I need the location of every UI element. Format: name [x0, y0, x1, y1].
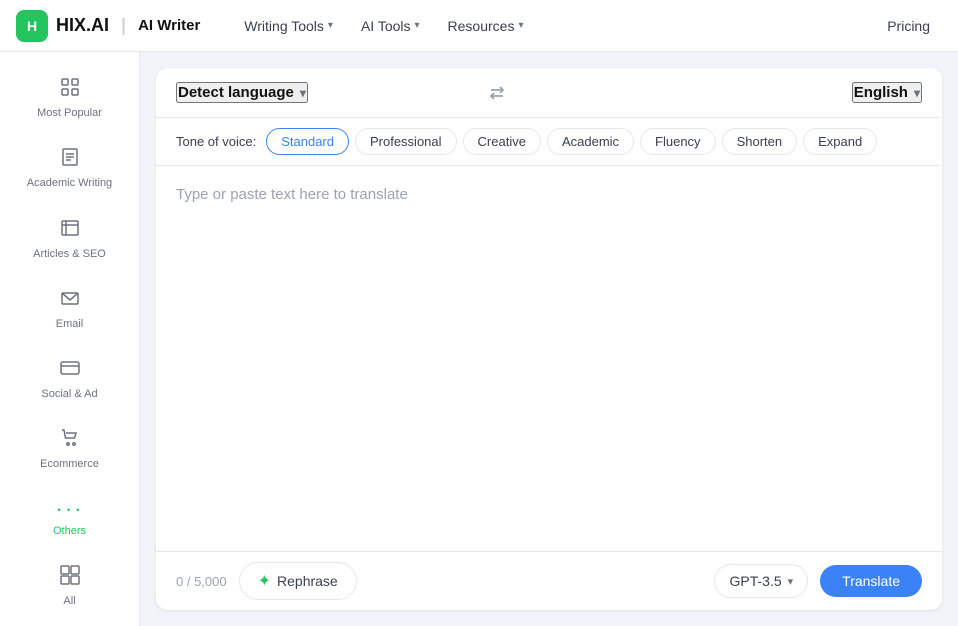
writing-tools-nav[interactable]: Writing Tools ▾	[232, 12, 345, 40]
sidebar-item-others[interactable]: ··· Others	[8, 488, 131, 548]
social-ad-icon	[59, 357, 81, 383]
others-icon: ···	[56, 498, 84, 520]
sidebar-label-all: All	[63, 594, 75, 608]
tone-expand[interactable]: Expand	[803, 128, 877, 155]
target-lang-chevron-icon: ▾	[914, 86, 920, 100]
sidebar-label-social-ad: Social & Ad	[41, 387, 97, 401]
bottom-bar: 0 / 5,000 ✦ Rephrase GPT-3.5 ▾ Translate	[156, 551, 942, 610]
tone-creative[interactable]: Creative	[463, 128, 541, 155]
tone-buttons: Standard Professional Creative Academic …	[266, 128, 877, 155]
translate-button[interactable]: Translate	[820, 565, 922, 597]
target-lang-label: English	[854, 84, 908, 101]
ai-tools-chevron-icon: ▾	[415, 20, 420, 31]
language-bar: Detect language ▾ English ▾	[156, 68, 942, 118]
tone-fluency[interactable]: Fluency	[640, 128, 716, 155]
rephrase-label: Rephrase	[277, 573, 338, 589]
sidebar-item-most-popular[interactable]: Most Popular	[8, 66, 131, 130]
tone-standard[interactable]: Standard	[266, 128, 349, 155]
resources-chevron-icon: ▾	[518, 20, 523, 31]
rephrase-button[interactable]: ✦ Rephrase	[239, 562, 357, 600]
sidebar-label-academic-writing: Academic Writing	[27, 176, 112, 190]
content-area: Detect language ▾ English ▾ Tone of voic…	[140, 52, 958, 626]
gpt-chevron-icon: ▾	[788, 575, 794, 588]
brand-name: HIX.AI	[56, 15, 109, 36]
nav-links: Writing Tools ▾ AI Tools ▾ Resources ▾	[232, 12, 535, 40]
all-icon	[59, 564, 81, 590]
sidebar-item-email[interactable]: Email	[8, 277, 131, 341]
sidebar-label-most-popular: Most Popular	[37, 106, 102, 120]
articles-seo-icon	[59, 217, 81, 243]
tone-bar: Tone of voice: Standard Professional Cre…	[156, 118, 942, 166]
academic-writing-icon	[59, 146, 81, 172]
target-language-button[interactable]: English ▾	[852, 82, 922, 103]
sidebar-item-social-ad[interactable]: Social & Ad	[8, 347, 131, 411]
tone-of-voice-label: Tone of voice:	[176, 134, 256, 149]
sidebar-label-email: Email	[56, 317, 84, 331]
detect-lang-label: Detect language	[178, 84, 294, 101]
translation-input[interactable]	[176, 186, 922, 531]
writing-tools-chevron-icon: ▾	[328, 20, 333, 31]
brand-logo: H	[16, 10, 48, 42]
tone-professional[interactable]: Professional	[355, 128, 457, 155]
detect-lang-chevron-icon: ▾	[300, 86, 306, 100]
main-layout: Most Popular Academic Writing	[0, 52, 958, 626]
rephrase-icon: ✦	[258, 571, 271, 591]
ai-tools-nav[interactable]: AI Tools ▾	[349, 12, 432, 40]
gpt-label: GPT-3.5	[729, 573, 781, 589]
navbar: H HIX.AI | AI Writer Writing Tools ▾ AI …	[0, 0, 958, 52]
sidebar-item-articles-seo[interactable]: Articles & SEO	[8, 207, 131, 271]
email-icon	[59, 287, 81, 313]
resources-nav[interactable]: Resources ▾	[436, 12, 536, 40]
brand-subtitle: AI Writer	[138, 17, 200, 34]
char-count: 0 / 5,000	[176, 574, 227, 589]
text-input-area	[156, 166, 942, 551]
tone-shorten[interactable]: Shorten	[722, 128, 798, 155]
sidebar-item-ecommerce[interactable]: Ecommerce	[8, 417, 131, 481]
swap-language-button[interactable]	[487, 83, 507, 103]
detect-language-button[interactable]: Detect language ▾	[176, 82, 308, 103]
ecommerce-icon	[59, 427, 81, 453]
sidebar-label-articles-seo: Articles & SEO	[33, 247, 106, 261]
sidebar: Most Popular Academic Writing	[0, 52, 140, 626]
sidebar-item-all[interactable]: All	[8, 554, 131, 618]
tone-academic[interactable]: Academic	[547, 128, 634, 155]
tool-panel: Detect language ▾ English ▾ Tone of voic…	[156, 68, 942, 610]
gpt-select-button[interactable]: GPT-3.5 ▾	[714, 564, 808, 598]
sidebar-label-others: Others	[53, 524, 86, 538]
pricing-nav[interactable]: Pricing	[875, 12, 942, 40]
sidebar-label-ecommerce: Ecommerce	[40, 457, 99, 471]
sidebar-item-academic-writing[interactable]: Academic Writing	[8, 136, 131, 200]
most-popular-icon	[59, 76, 81, 102]
brand: H HIX.AI | AI Writer	[16, 10, 200, 42]
brand-divider: |	[121, 15, 126, 36]
